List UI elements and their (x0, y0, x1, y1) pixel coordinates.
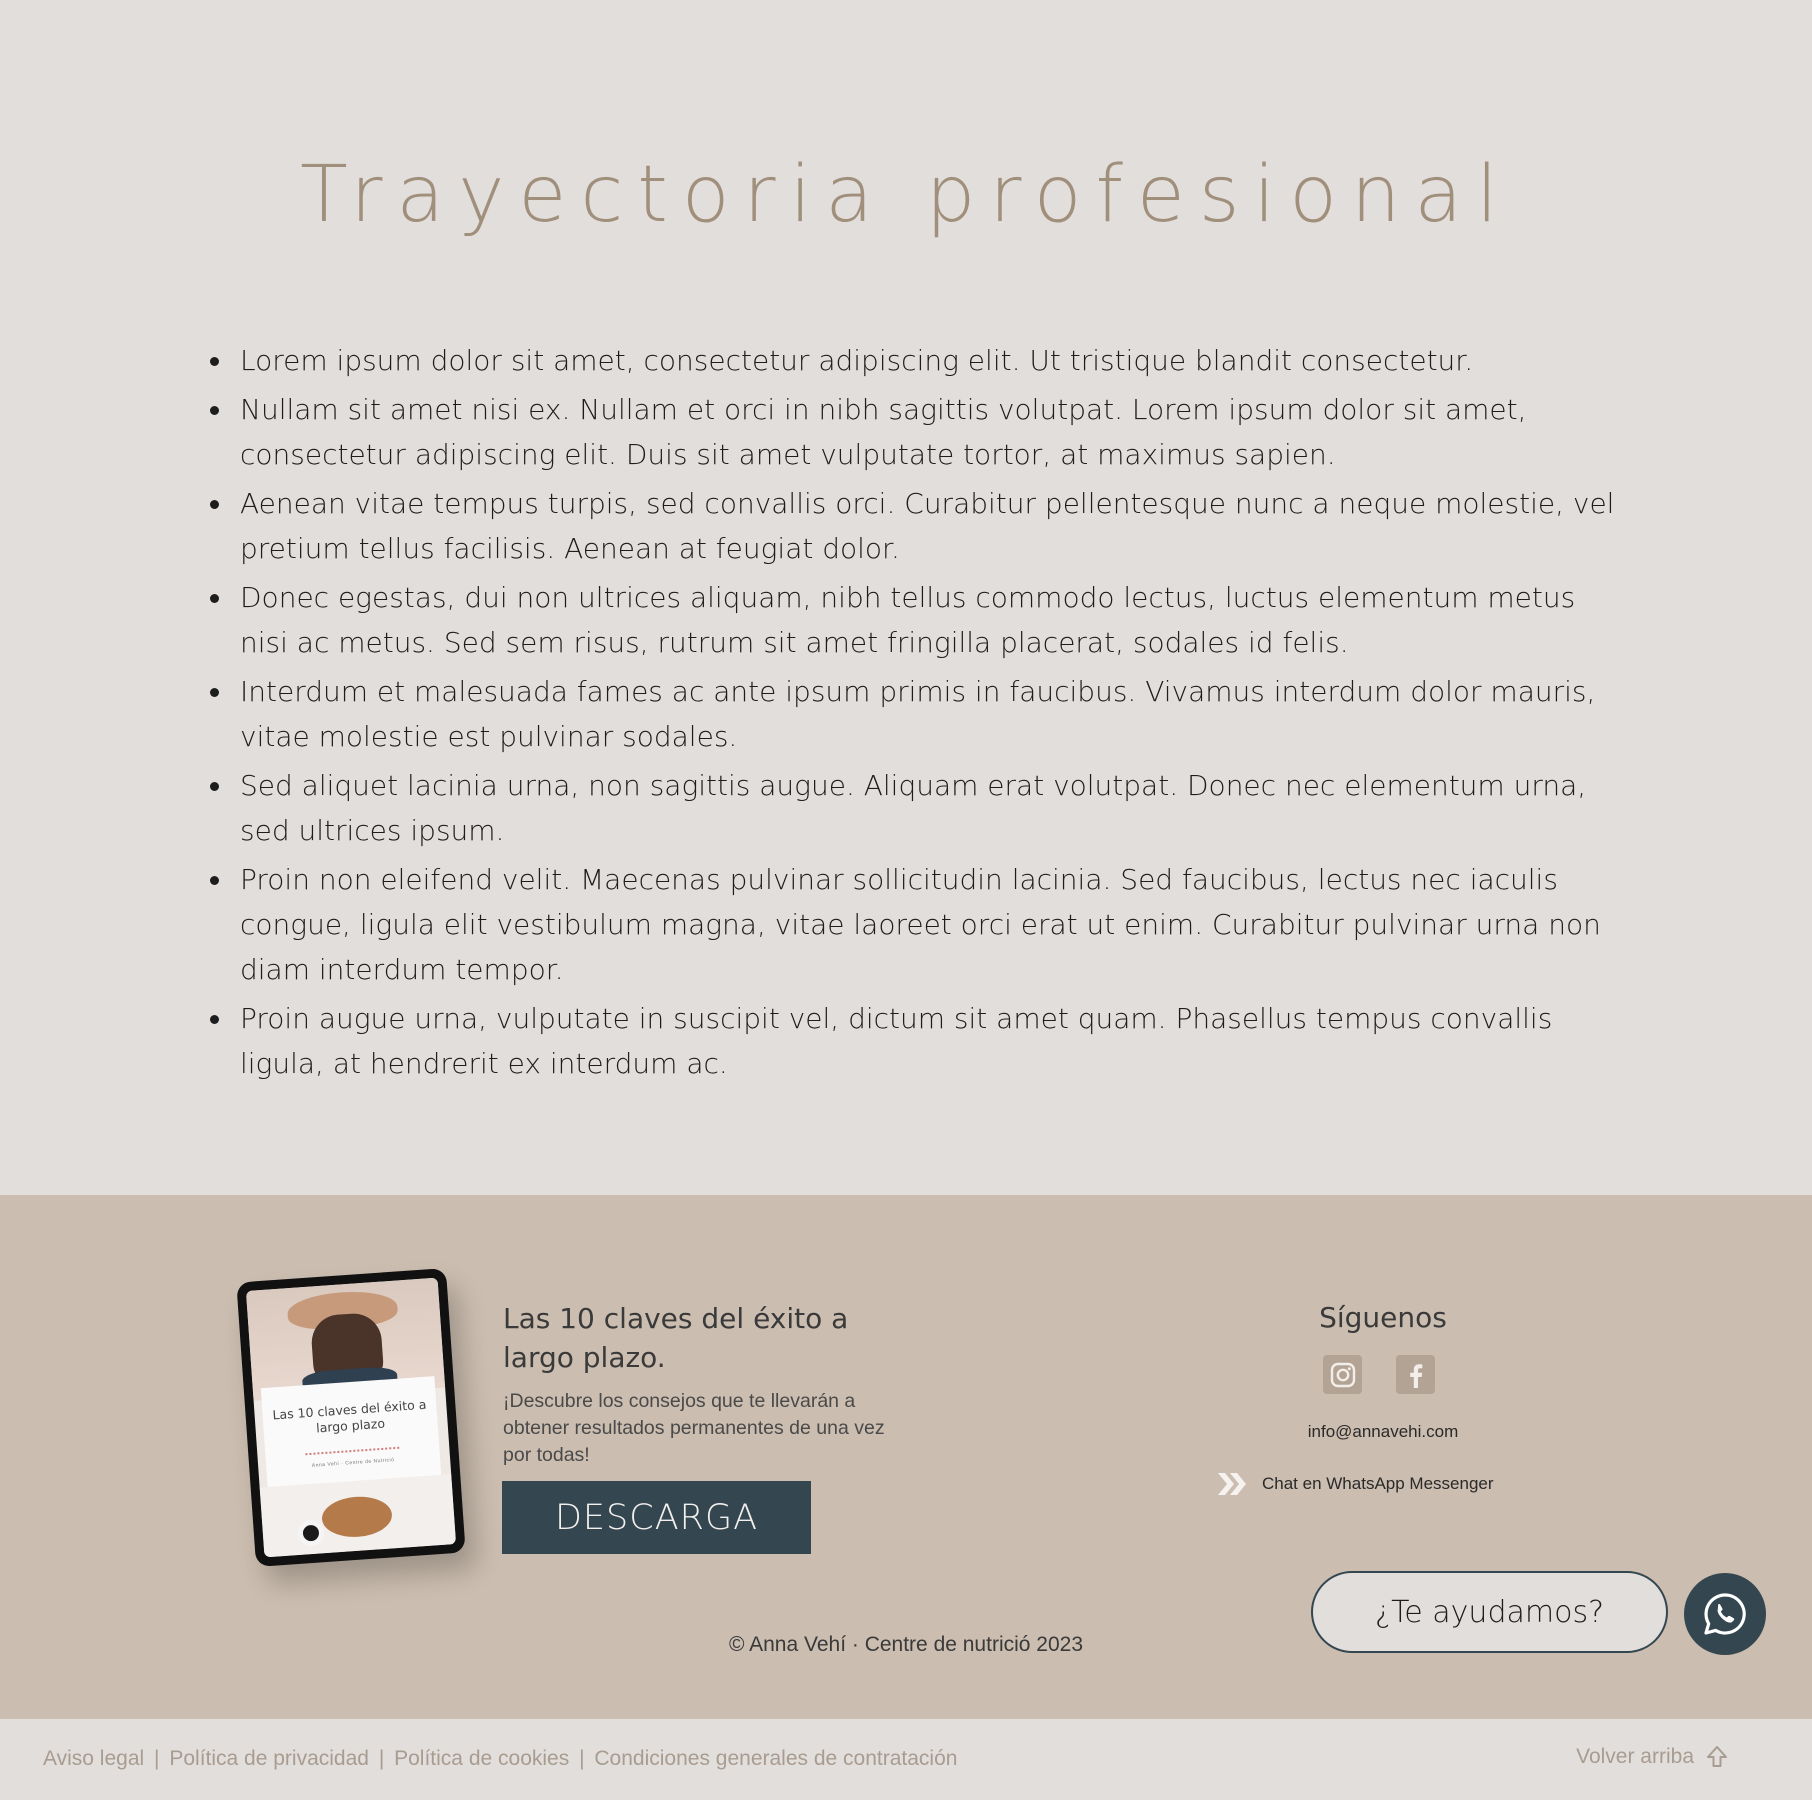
facebook-icon[interactable] (1396, 1355, 1435, 1394)
whatsapp-label: Chat en WhatsApp Messenger (1262, 1474, 1494, 1493)
email-link[interactable]: info@annavehi.com (1243, 1422, 1523, 1442)
page-title: Trayectoria profesional (300, 150, 1512, 240)
privacy-policy-link[interactable]: Política de privacidad (169, 1747, 369, 1770)
arrow-up-icon (1707, 1746, 1727, 1767)
list-item: Proin non eleifend velit. Maecenas pulvi… (208, 857, 1628, 992)
double-chevron-icon (1218, 1473, 1246, 1495)
copyright: © Anna Vehí · Centre de nutrició 2023 (728, 1633, 1084, 1656)
terms-link[interactable]: Condiciones generales de contratación (594, 1747, 957, 1770)
whatsapp-icon (1704, 1593, 1746, 1635)
list-item: Proin augue urna, vulputate in suscipit … (208, 996, 1628, 1086)
experience-list: Lorem ipsum dolor sit amet, consectetur … (208, 338, 1628, 1090)
separator: | (154, 1747, 160, 1770)
separator: | (378, 1747, 385, 1770)
bottom-bar: Aviso legal | Política de privacidad | P… (0, 1719, 1812, 1800)
list-item: Aenean vitae tempus turpis, sed convalli… (208, 481, 1628, 571)
cookie-policy-link[interactable]: Política de cookies (394, 1747, 569, 1770)
cup-shape (297, 1519, 325, 1547)
ebook-tablet-image: Las 10 claves del éxito a largo plazo An… (236, 1268, 466, 1567)
instagram-icon[interactable] (1323, 1355, 1362, 1394)
cover-title: Las 10 claves del éxito a largo plazo (272, 1396, 427, 1436)
tablet-screen: Las 10 claves del éxito a largo plazo An… (245, 1277, 457, 1558)
list-item: Donec egestas, dui non ultrices aliquam,… (208, 575, 1628, 665)
whatsapp-chat-link[interactable]: Chat en WhatsApp Messenger (1216, 1469, 1494, 1499)
footer: Las 10 claves del éxito a largo plazo An… (0, 1195, 1812, 1719)
list-item: Lorem ipsum dolor sit amet, consectetur … (208, 338, 1628, 383)
back-to-top-link[interactable]: Volver arriba (1576, 1745, 1728, 1769)
list-item: Interdum et malesuada fames ac ante ipsu… (208, 669, 1628, 759)
legal-notice-link[interactable]: Aviso legal (43, 1747, 144, 1770)
list-item: Nullam sit amet nisi ex. Nullam et orci … (208, 387, 1628, 477)
promo-title: Las 10 claves del éxito a largo plazo. (503, 1302, 849, 1374)
content-section: Trayectoria profesional Lorem ipsum dolo… (0, 0, 1812, 1195)
cover-subtitle: Anna Vehí · Centre de Nutrició (311, 1457, 395, 1469)
follow-title: Síguenos (1319, 1301, 1447, 1334)
list-item: Sed aliquet lacinia urna, non sagittis a… (208, 763, 1628, 853)
separator: | (579, 1747, 585, 1770)
cover-divider (305, 1446, 400, 1456)
back-to-top-label: Volver arriba (1576, 1745, 1694, 1768)
cover-food-photo (259, 1474, 457, 1558)
food-shape (320, 1494, 394, 1540)
promo-description: ¡Descubre los consejos que te llevarán a… (503, 1390, 885, 1466)
download-button[interactable]: DESCARGA (502, 1481, 811, 1554)
legal-links: Aviso legal | Política de privacidad | P… (43, 1747, 957, 1771)
